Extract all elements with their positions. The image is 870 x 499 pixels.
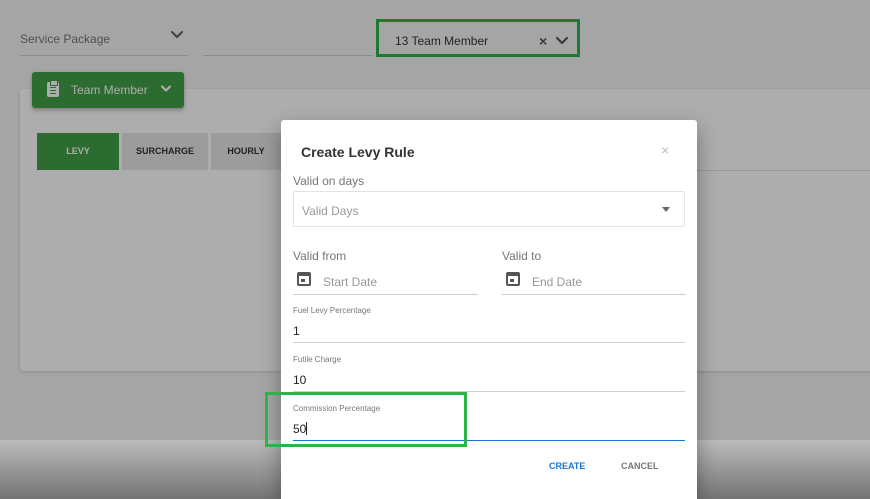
valid-from-label: Valid from xyxy=(293,249,347,263)
commission-highlight-box xyxy=(265,392,467,447)
valid-days-select[interactable]: Valid Days xyxy=(293,191,685,227)
futile-charge-value: 10 xyxy=(293,373,307,387)
calendar-icon[interactable] xyxy=(506,272,520,286)
create-button[interactable]: CREATE xyxy=(549,461,585,471)
valid-days-placeholder: Valid Days xyxy=(302,204,359,218)
futile-charge-label: Futile Charge xyxy=(293,355,342,364)
fuel-levy-input[interactable]: 1 xyxy=(293,321,685,343)
fuel-levy-value: 1 xyxy=(293,324,300,338)
cancel-button[interactable]: CANCEL xyxy=(621,461,659,471)
close-icon[interactable]: × xyxy=(661,142,669,158)
valid-to-label: Valid to xyxy=(502,249,542,263)
calendar-icon[interactable] xyxy=(297,272,311,286)
start-date-field[interactable]: Start Date xyxy=(293,270,478,295)
start-date-placeholder: Start Date xyxy=(323,275,378,289)
valid-on-days-label: Valid on days xyxy=(293,174,365,188)
end-date-field[interactable]: End Date xyxy=(502,270,686,295)
fuel-levy-label: Fuel Levy Percentage xyxy=(293,306,371,315)
dropdown-caret-icon xyxy=(662,207,670,212)
end-date-placeholder: End Date xyxy=(532,275,583,289)
futile-charge-input[interactable]: 10 xyxy=(293,370,685,392)
dialog-title: Create Levy Rule xyxy=(301,144,415,160)
